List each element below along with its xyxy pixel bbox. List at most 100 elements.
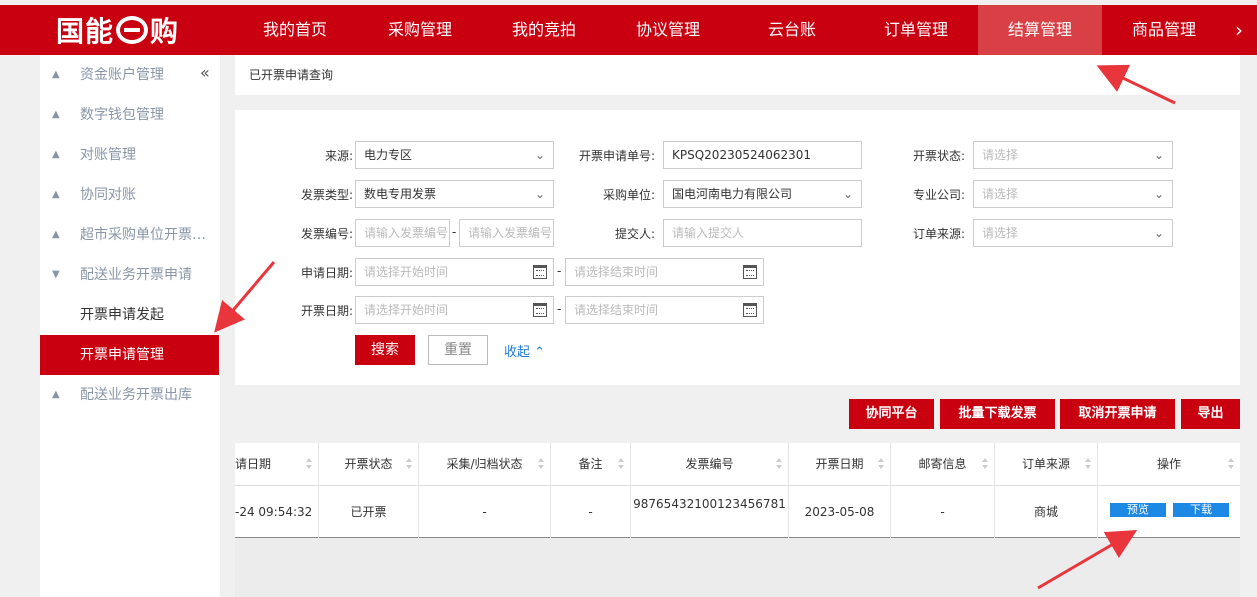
order-source-cell: 商城 <box>995 486 1098 538</box>
sidebar-item-label: 资金账户管理 <box>80 67 164 83</box>
collab-platform-button[interactable]: 协同平台 <box>849 399 934 429</box>
calendar-icon[interactable] <box>743 303 757 317</box>
calendar-icon[interactable] <box>743 265 757 279</box>
apply-date-start-input[interactable]: 请选择开始时间 <box>355 258 554 286</box>
invoice-date-label: 开票日期: <box>300 304 353 318</box>
column-header[interactable]: 备注 <box>551 443 631 486</box>
column-header[interactable]: 请日期 <box>235 443 319 486</box>
sort-icon[interactable] <box>1085 458 1091 470</box>
nav-item-products[interactable]: 商品管理 <box>1102 5 1226 55</box>
invoice-type-select[interactable]: 数电专用发票 ⌄ <box>355 180 554 208</box>
mail-info-cell: - <box>891 486 995 538</box>
range-dash: - <box>452 225 457 239</box>
chevron-right-icon[interactable]: › <box>1235 18 1243 42</box>
sort-icon[interactable] <box>406 458 412 470</box>
chevron-down-icon: ⌄ <box>842 187 853 201</box>
sidebar-item-label: 数字钱包管理 <box>80 107 164 123</box>
collapse-label: 收起 <box>504 345 531 360</box>
header-label: 发票编号 <box>685 457 734 471</box>
sidebar-item-delivery-invoice-apply[interactable]: ▼ 配送业务开票申请 <box>40 255 220 295</box>
breadcrumb: 已开票申请查询 <box>235 55 1240 95</box>
nav-item-ledger[interactable]: 云台账 <box>730 5 854 55</box>
sort-icon[interactable] <box>982 458 988 470</box>
calendar-icon[interactable] <box>533 265 547 279</box>
invoice-date-start-input[interactable]: 请选择开始时间 <box>355 296 554 324</box>
source-value: 电力专区 <box>364 148 413 162</box>
apply-date-end-input[interactable]: 请选择结束时间 <box>565 258 764 286</box>
sidebar-item-reconciliation[interactable]: ▲ 对账管理 <box>40 135 220 175</box>
table-row[interactable]: -24 09:54:32 已开票 - - 9876543210012345678… <box>235 486 1240 538</box>
table-header: 请日期 开票状态 采集/归档状态 备注 发票编号 开票日期 邮寄信息 订单来源 … <box>235 443 1240 486</box>
logo-e-icon <box>116 16 149 44</box>
nav-item-settlement[interactable]: 结算管理 <box>978 5 1102 55</box>
sidebar-subitem-invoice-apply-manage[interactable]: 开票申请管理 <box>40 335 219 375</box>
logo[interactable]: 国能 购 <box>56 13 180 48</box>
export-button[interactable]: 导出 <box>1181 399 1240 429</box>
nav-item-purchase[interactable]: 采购管理 <box>358 5 482 55</box>
reset-button[interactable]: 重置 <box>428 335 488 365</box>
nav-item-bidding[interactable]: 我的竞拍 <box>482 5 606 55</box>
end-placeholder: 请选择结束时间 <box>574 265 659 279</box>
sort-icon[interactable] <box>1228 458 1234 470</box>
header-label: 开票状态 <box>344 457 393 471</box>
status-placeholder: 请选择 <box>982 148 1019 162</box>
nav-item-home[interactable]: 我的首页 <box>235 5 355 55</box>
column-header[interactable]: 采集/归档状态 <box>419 443 551 486</box>
status-cell: 已开票 <box>319 486 419 538</box>
column-header[interactable]: 发票编号 <box>631 443 789 486</box>
status-select[interactable]: 请选择 ⌄ <box>973 141 1173 169</box>
sidebar-item-fund-account[interactable]: ▲ 资金账户管理 <box>40 55 220 95</box>
order-source-placeholder: 请选择 <box>982 226 1019 240</box>
collapse-filter-link[interactable]: 收起 ⌃ <box>504 341 545 360</box>
invoice-table: 请日期 开票状态 采集/归档状态 备注 发票编号 开票日期 邮寄信息 订单来源 … <box>235 443 1240 597</box>
apply-no-input[interactable]: KPSQ20230524062301 <box>663 141 862 169</box>
apply-no-label: 开票申请单号: <box>578 149 655 163</box>
triangle-up-icon: ▲ <box>52 69 60 80</box>
preview-button[interactable]: 预览 <box>1110 503 1166 517</box>
sort-icon[interactable] <box>306 458 312 470</box>
search-button[interactable]: 搜索 <box>355 335 415 365</box>
sort-icon[interactable] <box>878 458 884 470</box>
column-header[interactable]: 开票日期 <box>789 443 891 486</box>
logo-text-b: 购 <box>150 15 180 48</box>
header-label: 订单来源 <box>1021 457 1070 471</box>
column-header[interactable]: 订单来源 <box>995 443 1098 486</box>
start-placeholder: 请选择开始时间 <box>364 303 449 317</box>
triangle-down-icon: ▼ <box>52 269 60 280</box>
company-placeholder: 请选择 <box>982 187 1019 201</box>
invoice-no-start-input[interactable]: 请输入发票编号 <box>355 219 450 247</box>
company-select[interactable]: 请选择 ⌄ <box>973 180 1173 208</box>
header-label: 采集/归档状态 <box>446 457 523 471</box>
sort-icon[interactable] <box>538 458 544 470</box>
column-header[interactable]: 邮寄信息 <box>891 443 995 486</box>
download-button[interactable]: 下载 <box>1173 503 1229 517</box>
sort-icon[interactable] <box>776 458 782 470</box>
sidebar-item-delivery-invoice-outbound[interactable]: ▲ 配送业务开票出库 <box>40 375 220 415</box>
calendar-icon[interactable] <box>533 303 547 317</box>
invoice-no-end-input[interactable]: 请输入发票编号 <box>459 219 554 247</box>
sidebar-item-collab-reconciliation[interactable]: ▲ 协同对账 <box>40 175 220 215</box>
sidebar-item-label: 协同对账 <box>80 187 136 203</box>
column-header[interactable]: 操作 <box>1098 443 1240 486</box>
triangle-up-icon: ▲ <box>52 189 60 200</box>
submitter-input[interactable]: 请输入提交人 <box>663 219 862 247</box>
chevron-up-icon: ⌃ <box>534 345 546 360</box>
nav-item-orders[interactable]: 订单管理 <box>854 5 978 55</box>
chevron-down-icon: ⌄ <box>1153 187 1164 201</box>
invoice-date-end-input[interactable]: 请选择结束时间 <box>565 296 764 324</box>
sidebar-subitem-invoice-apply-start[interactable]: 开票申请发起 <box>40 295 220 335</box>
sidebar-item-label: 对账管理 <box>80 147 136 163</box>
batch-download-button[interactable]: 批量下载发票 <box>940 399 1055 429</box>
sort-icon[interactable] <box>618 458 624 470</box>
sidebar-item-digital-wallet[interactable]: ▲ 数字钱包管理 <box>40 95 220 135</box>
cancel-apply-button[interactable]: 取消开票申请 <box>1060 399 1175 429</box>
nav-item-agreement[interactable]: 协议管理 <box>606 5 730 55</box>
filter-panel: 来源: 电力专区 ⌄ 开票申请单号: KPSQ20230524062301 开票… <box>235 110 1240 385</box>
top-nav-bar: 国能 购 我的首页 采购管理 我的竞拍 协议管理 云台账 订单管理 结算管理 商… <box>0 5 1257 55</box>
column-header[interactable]: 开票状态 <box>319 443 419 486</box>
order-source-select[interactable]: 请选择 ⌄ <box>973 219 1173 247</box>
purchaser-select[interactable]: 国电河南电力有限公司 ⌄ <box>663 180 862 208</box>
source-select[interactable]: 电力专区 ⌄ <box>355 141 554 169</box>
chevron-down-icon: ⌄ <box>534 148 545 162</box>
sidebar-item-market-invoicing[interactable]: ▲ 超市采购单位开票… <box>40 215 220 255</box>
